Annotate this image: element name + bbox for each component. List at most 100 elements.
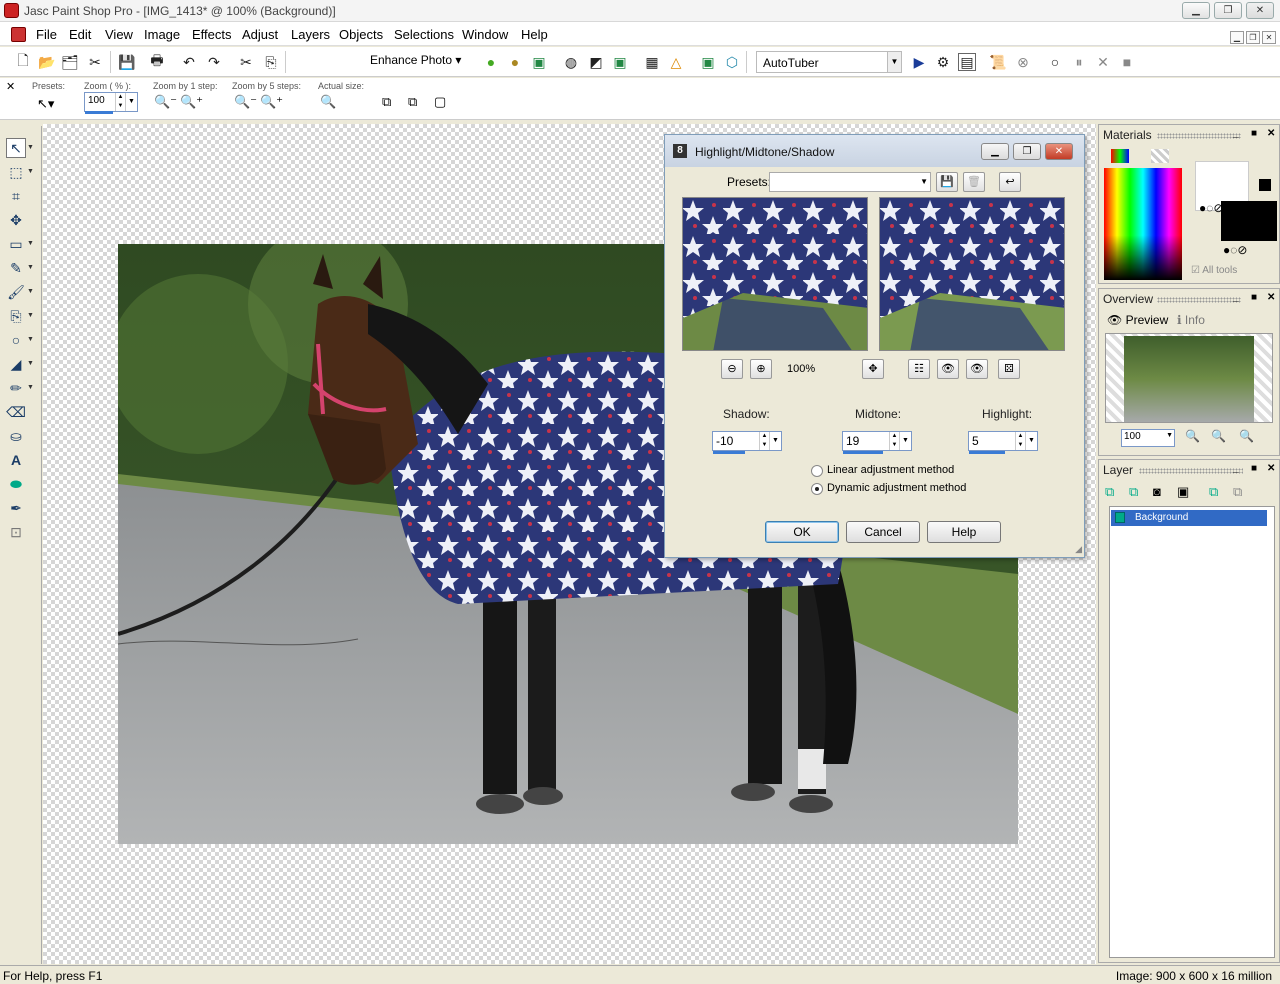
background-swatch[interactable] [1221,201,1277,241]
zoom-out-1-icon[interactable]: 🔍⁻ [154,94,177,110]
palette-minimize-icon[interactable]: _ [1233,463,1239,474]
menu-edit[interactable]: Edit [69,27,91,42]
paint-brush-icon[interactable]: 🖌 [6,282,26,302]
presets-select[interactable]: ▼ [769,172,931,192]
preset-shape-icon[interactable]: ⬬ [6,474,26,494]
cancel-recording-icon[interactable]: ✕ [1094,53,1112,71]
spinner-icon[interactable]: ▲ ▼ [115,93,125,111]
redo-icon[interactable]: ↷ [205,53,223,71]
menu-adjust[interactable]: Adjust [242,27,278,42]
pause-icon[interactable]: ⏸ [1070,53,1088,71]
selection-tool-icon[interactable]: ⬚ [6,162,26,182]
chevron-down-icon[interactable]: ▼ [27,264,34,271]
chevron-down-icon[interactable]: ▼ [1025,432,1037,450]
cube-icon[interactable]: ⬡ [723,53,741,71]
menu-objects[interactable]: Objects [339,27,383,42]
palette-maximize-icon[interactable]: ■ [1251,292,1257,303]
dynamic-method-radio[interactable] [811,483,823,495]
overview-thumbnail[interactable] [1105,333,1273,423]
after-preview[interactable] [879,197,1065,351]
spinner-icon[interactable]: ▲ ▼ [1015,432,1025,450]
zoom-in-5-icon[interactable]: 🔍⁺ [260,94,283,110]
save-preset-icon[interactable]: 💾 [936,172,958,192]
clarify-icon[interactable]: ◍ [562,53,580,71]
delete-preset-icon[interactable]: 🗑 [963,172,985,192]
dialog-title-bar[interactable]: 8 Highlight/Midtone/Shadow ▁ ❐ ✕ [665,135,1084,167]
delete-layer-icon[interactable]: ⧉ [1233,484,1242,500]
save-icon[interactable]: 💾 [118,53,136,71]
browse-icon[interactable]: 🗂 [61,53,79,71]
move-tool-icon[interactable]: ✥ [6,210,26,230]
color-spectrum[interactable] [1104,168,1182,280]
style-texture-icons[interactable]: ●◌⊘ [1223,243,1247,257]
mini-swatch-icon[interactable] [1259,179,1271,191]
midtone-input[interactable]: 19 ▲ ▼ ▼ [842,431,912,454]
object-selector-icon[interactable]: ⊡ [6,522,26,542]
open-file-icon[interactable]: 📂 [38,53,56,71]
photo-icon[interactable]: ▣ [699,53,717,71]
zoom-out-icon[interactable]: 🔍 [1185,429,1200,443]
rainbow-tab-icon[interactable] [1111,149,1129,163]
layer-row[interactable]: Background [1111,510,1267,526]
load-script-icon[interactable]: 📜 [989,53,1007,71]
palette-grip[interactable] [1139,468,1243,474]
zoom-in-icon[interactable]: ⊕ [750,359,772,379]
shape-selection-icon[interactable]: ▭ [6,234,26,254]
chevron-down-icon[interactable]: ▼ [125,93,137,111]
palette-close-icon[interactable]: ✕ [1267,292,1275,303]
swatches-tab-icon[interactable] [1151,149,1169,163]
dynamic-method-label[interactable]: Dynamic adjustment method [827,482,966,494]
close-button[interactable]: ✕ [1246,2,1274,19]
chevron-down-icon[interactable]: ▼ [27,144,34,151]
actual-size-icon[interactable]: 🔍 [320,94,336,110]
eraser-tool-icon[interactable]: ⌫ [6,402,26,422]
fill-tool-icon[interactable]: ⛀ [6,426,26,446]
tab-info[interactable]: ℹ Info [1177,313,1205,327]
chevron-down-icon[interactable]: ▼ [27,240,34,247]
enhance-photo-button[interactable]: Enhance Photo ▾ [370,53,461,67]
auto-proof-icon[interactable]: 👁 [966,359,988,379]
new-mask-layer-icon[interactable]: ◙ [1153,484,1161,499]
palette-maximize-icon[interactable]: ■ [1251,128,1257,139]
dialog-minimize-button[interactable]: ▁ [981,143,1009,160]
dialog-restore-button[interactable]: ❐ [1013,143,1041,160]
palette-grip[interactable] [1157,133,1241,139]
new-raster-layer-icon[interactable]: ⧉ [1105,484,1114,500]
doc-minimize-button[interactable]: ▁ [1230,31,1244,44]
color-replacer-icon[interactable]: ✏ [6,378,26,398]
fit-window-icon[interactable]: ⧉ [382,94,391,110]
menu-window[interactable]: Window [462,27,508,42]
sharpen-icon[interactable]: ▦ [643,53,661,71]
duplicate-layer-icon[interactable]: ⧉ [1209,484,1218,500]
linear-method-label[interactable]: Linear adjustment method [827,464,954,476]
chevron-down-icon[interactable]: ▼ [27,360,34,367]
palette-grip[interactable] [1157,297,1241,303]
pan-tool-icon[interactable]: ↖ [6,138,26,158]
menu-effects[interactable]: Effects [192,27,232,42]
cancel-script-icon[interactable]: ⊗ [1014,53,1032,71]
zoom-out-5-icon[interactable]: 🔍⁻ [234,94,257,110]
new-adjustment-layer-icon[interactable]: ▣ [1177,484,1189,500]
move-preview-icon[interactable]: ✥ [862,359,884,379]
restore-button[interactable]: ❐ [1214,2,1242,19]
contrast-icon[interactable]: ◩ [587,53,605,71]
arrow-pointer-icon[interactable]: ↖▾ [37,96,54,112]
close-options-icon[interactable]: ✕ [6,80,15,93]
menu-help[interactable]: Help [521,27,548,42]
spinner-icon[interactable]: ▲ ▼ [759,432,769,450]
highlight-input[interactable]: 5 ▲ ▼ ▼ [968,431,1038,454]
run-script-icon[interactable]: ▶ [910,53,928,71]
palette-minimize-icon[interactable]: _ [1233,292,1239,303]
document-icon[interactable] [11,27,26,42]
shadow-input[interactable]: -10 ▲ ▼ ▼ [712,431,782,454]
before-preview[interactable] [682,197,868,351]
edit-script-icon[interactable]: ▤ [958,53,976,71]
crop-tool-icon[interactable]: ⌗ [6,186,26,206]
scan-icon[interactable]: ✂ [86,53,104,71]
chevron-down-icon[interactable]: ▼ [27,288,34,295]
chevron-down-icon[interactable]: ▼ [27,384,34,391]
reset-preset-icon[interactable]: ↩ [999,172,1021,192]
palette-close-icon[interactable]: ✕ [1267,463,1275,474]
minimize-button[interactable]: ▁ [1182,2,1210,19]
auto-proof-lock-icon[interactable]: 👁 [937,359,959,379]
